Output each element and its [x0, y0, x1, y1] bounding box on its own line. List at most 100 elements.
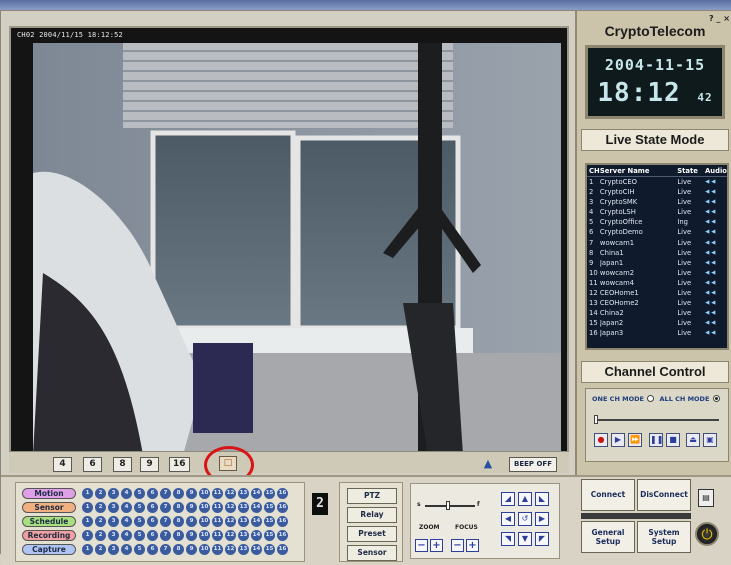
power-icon[interactable]: ⏻	[695, 522, 719, 546]
relay-button[interactable]: Relay	[347, 507, 397, 523]
channel-indicator: 1	[82, 544, 93, 555]
channel-indicator: 16	[277, 488, 288, 499]
preset-button[interactable]: Preset	[347, 526, 397, 542]
server-row[interactable]: 6 CryptoDemo Live ◀ ◀	[587, 227, 727, 237]
pan-up-left-icon[interactable]: ◢	[501, 492, 515, 506]
ptz-speed-slider[interactable]	[425, 505, 475, 507]
server-row[interactable]: 14 China2 Live ◀ ◀	[587, 308, 727, 318]
server-list[interactable]: CH Server Name State Audio 1 CryptoCEO Liv…	[585, 163, 729, 350]
channel-indicator: 10	[199, 530, 210, 541]
beep-icon[interactable]: ▲	[479, 456, 497, 471]
fast-forward-button[interactable]: ⏩	[628, 433, 642, 447]
eject-button[interactable]: ⏏	[686, 433, 700, 447]
pan-home-icon[interactable]: ↺	[518, 512, 532, 526]
one-ch-mode-radio[interactable]	[647, 395, 655, 402]
system-setup-line1: System	[648, 528, 680, 537]
server-row[interactable]: 15 Japan2 Live ◀ ◀	[587, 318, 727, 328]
pan-down-icon[interactable]: ▼	[518, 532, 532, 546]
stop-button[interactable]: ■	[666, 433, 680, 447]
divider-bar	[581, 513, 691, 519]
layout-6-button[interactable]: 6	[83, 457, 102, 472]
capture-button[interactable]: ▣	[703, 433, 717, 447]
server-row-ch: 2	[589, 188, 594, 197]
focus-in-button[interactable]: +	[466, 539, 479, 552]
channel-indicator: 8	[173, 530, 184, 541]
server-row-audio-icon: ◀ ◀	[705, 229, 716, 236]
layout-8-button[interactable]: 8	[113, 457, 132, 472]
connect-button[interactable]: Connect	[581, 479, 635, 511]
server-row-state: Live	[677, 319, 692, 328]
server-row[interactable]: 4 CryptoLSH Live ◀ ◀	[587, 207, 727, 217]
recording-tag[interactable]: Recording	[22, 530, 76, 541]
server-row-state: Live	[677, 299, 692, 308]
channel-indicator: 2	[95, 516, 106, 527]
ptz-speed-knob[interactable]	[446, 501, 450, 510]
channel-indicator: 9	[186, 530, 197, 541]
general-setup-button[interactable]: General Setup	[581, 521, 635, 553]
channel-indicator: 3	[108, 488, 119, 499]
channel-indicator: 6	[147, 516, 158, 527]
server-row[interactable]: 8 China1 Live ◀ ◀	[587, 248, 727, 258]
channel-indicator: 6	[147, 502, 158, 513]
camera-feed-image	[33, 43, 561, 455]
playback-slider-track[interactable]	[594, 419, 719, 421]
server-row-name: Japan3	[599, 329, 624, 338]
record-button[interactable]: ●	[594, 433, 608, 447]
server-row[interactable]: 12 CEOHome1 Live ◀ ◀	[587, 288, 727, 298]
pan-down-right-icon[interactable]: ◤	[535, 532, 549, 546]
pan-down-left-icon[interactable]: ◥	[501, 532, 515, 546]
pan-up-right-icon[interactable]: ◣	[535, 492, 549, 506]
sensor-tag[interactable]: Sensor	[22, 502, 76, 513]
server-row[interactable]: 3 CryptoSMK Live ◀ ◀	[587, 197, 727, 207]
layout-4-button[interactable]: 4	[53, 457, 72, 472]
server-row[interactable]: 13 CEOHome2 Live ◀ ◀	[587, 298, 727, 308]
zoom-in-button[interactable]: +	[430, 539, 443, 552]
pause-button[interactable]: ❚❚	[649, 433, 663, 447]
server-row-name: CryptoCIH	[599, 188, 635, 197]
channel-indicator: 4	[121, 502, 132, 513]
server-row[interactable]: 10 wowcam2 Live ◀ ◀	[587, 268, 727, 278]
right-panel: ? _ × CryptoTelecom 2004-11-15 18:12 4 2 …	[575, 11, 731, 481]
play-button[interactable]: ▶	[611, 433, 625, 447]
system-setup-button[interactable]: System Setup	[637, 521, 691, 553]
pan-up-icon[interactable]: ▲	[518, 492, 532, 506]
sensor-button[interactable]: Sensor	[347, 545, 397, 561]
disconnect-button[interactable]: DisConnect	[637, 479, 691, 511]
video-viewer[interactable]: CH02 2004/11/15 18:12:52	[9, 26, 569, 466]
server-row[interactable]: 16 Japan3 Live ◀ ◀	[587, 328, 727, 338]
zoom-out-button[interactable]: −	[415, 539, 428, 552]
focus-out-button[interactable]: −	[451, 539, 464, 552]
motion-tag[interactable]: Motion	[22, 488, 76, 499]
server-row[interactable]: 5 CryptoOffice Ing ◀ ◀	[587, 217, 727, 227]
server-row-state: Live	[677, 238, 692, 247]
server-row[interactable]: 1 CryptoCEO Live ◀ ◀	[587, 177, 727, 187]
server-row-audio-icon: ◀ ◀	[705, 310, 716, 317]
all-ch-mode-radio[interactable]	[712, 395, 720, 402]
layout-9-button[interactable]: 9	[140, 457, 159, 472]
app-window: CH02 2004/11/15 18:12:52 4 6 8 9 16 □ ▲ …	[0, 10, 731, 565]
pan-left-icon[interactable]: ◀	[501, 512, 515, 526]
document-icon[interactable]: ▤	[698, 489, 714, 507]
ptz-button[interactable]: PTZ	[347, 488, 397, 504]
server-row-audio-icon: ◀ ◀	[705, 259, 716, 266]
channel-indicator: 13	[238, 530, 249, 541]
server-row[interactable]: 9 Japan1 Live ◀ ◀	[587, 258, 727, 268]
server-row[interactable]: 7 wowcam1 Live ◀ ◀	[587, 238, 727, 248]
playback-slider-knob[interactable]	[594, 415, 598, 424]
beep-off-button[interactable]: BEEP OFF	[509, 457, 557, 472]
capture-tag[interactable]: Capture	[22, 544, 76, 555]
channel-indicator: 6	[147, 544, 158, 555]
server-row[interactable]: 11 wowcam4 Live ◀ ◀	[587, 278, 727, 288]
server-row[interactable]: 2 CryptoCIH Live ◀ ◀	[587, 187, 727, 197]
server-row-ch: 11	[589, 278, 598, 287]
ptz-control-panel: s f ZOOM FOCUS − + − + ◢ ▲ ◣ ◀ ↺ ▶ ◥ ▼ ◤	[410, 483, 560, 559]
layout-16-button[interactable]: 16	[169, 457, 190, 472]
schedule-tag[interactable]: Schedule	[22, 516, 76, 527]
mode-selector: ONE CH MODE ALL CH MODE	[592, 395, 723, 403]
all-ch-mode-label: ALL CH MODE	[659, 395, 710, 403]
server-list-header: CH Server Name State Audio	[587, 165, 727, 177]
pan-right-icon[interactable]: ▶	[535, 512, 549, 526]
window-controls[interactable]: ? _ ×	[709, 14, 730, 23]
channel-indicator: 13	[238, 516, 249, 527]
server-row-name: China2	[599, 309, 624, 318]
